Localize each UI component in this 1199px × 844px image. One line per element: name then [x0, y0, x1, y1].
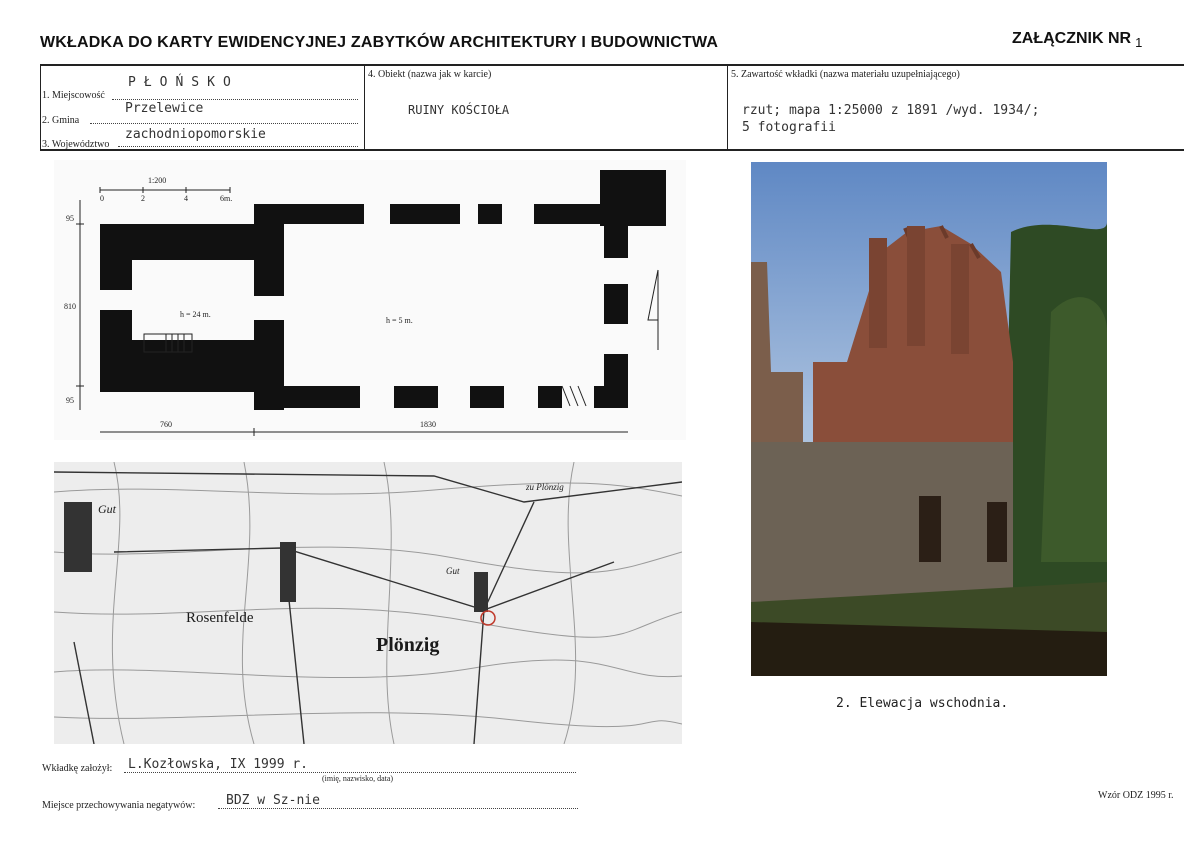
gmina-label: 2. Gmina: [42, 115, 80, 126]
dim-left-bottom: 95: [66, 396, 74, 405]
scale-tick-0: 0: [100, 194, 104, 203]
map-label-rosenfelde: Rosenfelde: [186, 610, 254, 626]
founder-line: [124, 772, 576, 773]
storage-value: BDZ w Sz-nie: [226, 793, 320, 808]
form-divider-2: [364, 65, 365, 149]
founder-label: Wkładkę założył:: [42, 763, 113, 774]
form-divider-1: [40, 65, 41, 149]
founder-value: L.Kozłowska, IX 1999 r.: [128, 757, 309, 772]
scale-label: 1:200: [148, 176, 167, 185]
form-title: WKŁADKA DO KARTY EWIDENCYJNEJ ZABYTKÓW A…: [40, 34, 719, 51]
dim-bottom-right: 1830: [420, 420, 436, 429]
storage-label: Miejsce przechowywania negatywów:: [42, 800, 196, 811]
gmina-value: Przelewice: [125, 101, 204, 116]
map-drawing: [54, 462, 682, 744]
topographic-map: Gut Rosenfelde Plönzig Gut zu Plönzig: [54, 462, 682, 744]
map-label-road: zu Plönzig: [526, 482, 564, 492]
map-label-plonzig: Plönzig: [376, 634, 440, 656]
height-nave: h = 5 m.: [386, 316, 413, 325]
miejscowosc-label: 1. Miejscowość: [42, 90, 105, 101]
wojewodztwo-label: 3. Województwo: [42, 139, 110, 150]
dim-bottom-left: 760: [160, 420, 172, 429]
scale-tick-6: 6m.: [220, 194, 233, 203]
church-photo: [751, 162, 1107, 676]
wojewodztwo-value: zachodniopomorskie: [125, 127, 266, 142]
miejscowosc-value: PŁOŃSKO: [128, 75, 239, 90]
church-photo-image: [751, 162, 1107, 676]
zawartosc-line-2: 5 fotografii: [742, 120, 836, 135]
form-top-rule: [40, 64, 1184, 66]
zawartosc-line-1: rzut; mapa 1:25000 z 1891 /wyd. 1934/;: [742, 103, 1040, 118]
form-bottom-rule: [40, 149, 1184, 151]
dim-left-mid: 810: [64, 302, 76, 311]
annex-label-text: ZAŁĄCZNIK NR: [1012, 30, 1132, 47]
photo-caption: 2. Elewacja wschodnia.: [836, 696, 1009, 711]
gmina-line: [90, 123, 358, 124]
floor-plan-drawing: [76, 170, 666, 436]
storage-line: [218, 808, 578, 809]
template-label: Wzór ODZ 1995 r.: [1098, 790, 1174, 801]
dim-left-top: 95: [66, 214, 74, 223]
map-label-gut-left: Gut: [98, 502, 116, 516]
obiekt-label: 4. Obiekt (nazwa jak w karcie): [368, 69, 492, 80]
founder-hint: (imię, nazwisko, data): [322, 774, 394, 783]
zawartosc-label: 5. Zawartość wkładki (nazwa materiału uz…: [731, 69, 960, 80]
scale-tick-4: 4: [184, 194, 188, 203]
map-label-gut-right: Gut: [446, 566, 460, 576]
obiekt-value: RUINY KOŚCIOŁA: [408, 103, 510, 117]
annex-label: ZAŁĄCZNIK NR 1: [1012, 30, 1142, 50]
annex-number: 1: [1135, 35, 1143, 50]
form-divider-3: [727, 65, 728, 149]
height-tower: h = 24 m.: [180, 310, 211, 319]
scale-tick-2: 2: [141, 194, 145, 203]
floor-plan-panel: 1:200 0 2 4 6m. 95 810 95 760 1830 h = 2…: [54, 160, 686, 440]
wojewodztwo-line: [118, 146, 358, 147]
miejscowosc-line: [112, 99, 358, 100]
